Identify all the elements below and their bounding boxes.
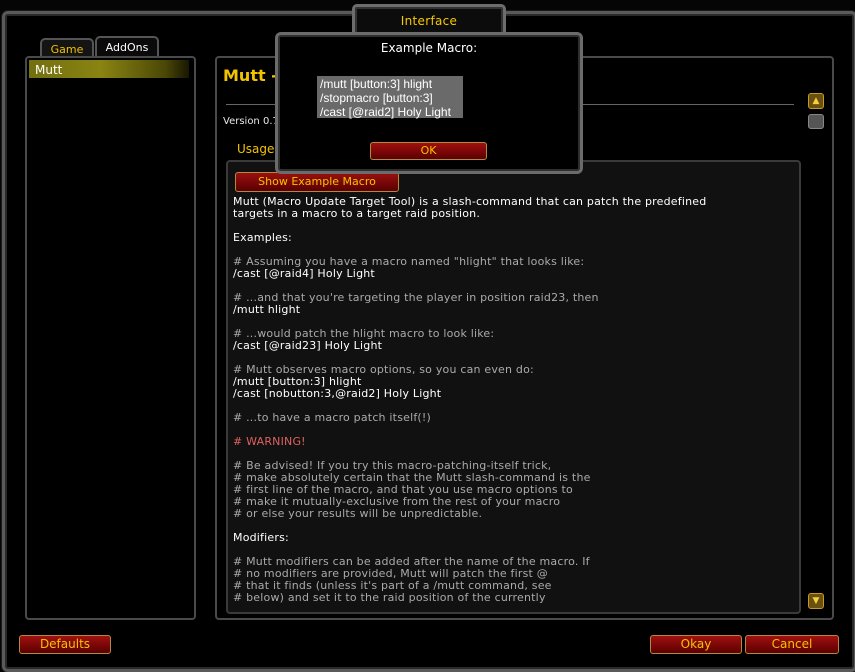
usage-line: /cast [@raid4] Holy Light [233, 267, 375, 280]
macro-line: /mutt [button:3] hlight [320, 77, 433, 91]
defaults-button[interactable]: Defaults [19, 635, 111, 654]
usage-heading: Usage [237, 142, 275, 156]
dialog-ok-button[interactable]: OK [370, 142, 487, 160]
show-example-macro-button[interactable]: Show Example Macro [235, 172, 399, 192]
usage-text: Mutt (Macro Update Target Tool) is a sla… [233, 196, 793, 604]
usage-line: # or else your results will be unpredict… [233, 507, 483, 520]
dialog-title: Example Macro: [380, 41, 478, 55]
chevron-up-icon: ▲ [812, 96, 820, 106]
usage-line: # WARNING! [233, 435, 306, 448]
usage-line: # ...and that you're targeting the playe… [233, 291, 599, 304]
usage-line: /cast [nobutton:3,@raid2] Holy Light [233, 387, 442, 400]
addon-list-panel: Mutt [25, 56, 196, 620]
macro-line: /cast [@raid2] Holy Light [320, 105, 451, 119]
usage-line [233, 520, 793, 532]
usage-line: /cast [@raid23] Holy Light [233, 339, 383, 352]
usage-line: # below) and set it to the raid position… [233, 591, 546, 604]
version-text: Version 0.7 [223, 116, 279, 127]
usage-line: Examples: [233, 231, 292, 244]
usage-line: /mutt hlight [233, 303, 301, 316]
usage-line: targets in a macro to a target raid posi… [233, 207, 481, 220]
scroll-down-button[interactable]: ▼ [808, 593, 824, 609]
usage-line [233, 424, 793, 436]
window-title: Interface [400, 14, 458, 28]
usage-line: Modifiers: [233, 531, 289, 544]
addon-list-item-mutt[interactable]: Mutt [29, 60, 189, 78]
macro-line: /stopmacro [button:3] [320, 91, 433, 105]
usage-line [233, 220, 793, 232]
addon-list-item-label: Mutt [35, 63, 63, 77]
scrollbar-thumb[interactable] [808, 114, 824, 129]
chevron-down-icon: ▼ [812, 596, 820, 606]
usage-line: # ...to have a macro patch itself(!) [233, 411, 432, 424]
scroll-up-button[interactable]: ▲ [808, 93, 824, 109]
okay-button[interactable]: Okay [650, 635, 742, 654]
cancel-button[interactable]: Cancel [745, 635, 839, 654]
